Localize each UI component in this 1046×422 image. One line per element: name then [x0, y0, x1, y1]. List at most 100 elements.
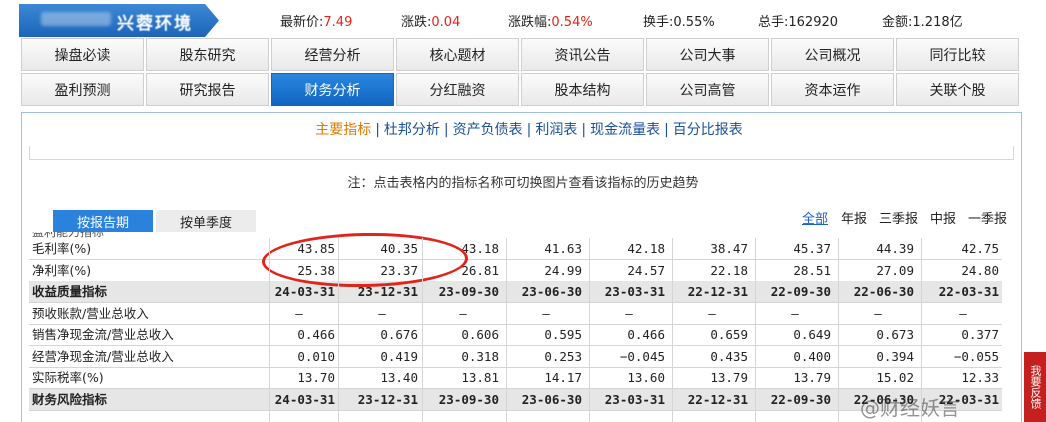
quote-volume: 总手:162920 [758, 15, 839, 30]
nav-tab-row2-1[interactable]: 盈利预测 [21, 73, 144, 106]
indicator-name[interactable]: 净利率(%) [32, 260, 267, 282]
period-header-cell: 24-03-31 [274, 391, 335, 407]
value-cell: −0.045 [619, 348, 665, 364]
nav-row-1: 操盘必读 股东研究 经营分析 核心题材 资讯公告 公司大事 公司概况 同行比较 [21, 38, 1022, 71]
value-cell: 0.595 [544, 327, 582, 342]
period-header-cell: 22-12-31 [687, 284, 748, 299]
subnav-link-3[interactable]: 资产负债表 [449, 122, 527, 138]
value-cell: 13.60 [627, 370, 665, 385]
value-cell: 44.39 [876, 241, 914, 256]
value-cell: 0.377 [961, 327, 999, 342]
nav-tab-row1-5[interactable]: 资讯公告 [521, 38, 644, 71]
filter-annual[interactable]: 年报 [841, 208, 867, 227]
value-cell: 12.33 [961, 370, 999, 385]
table-row: 实际税率(%) 13.70 13.40 13.81 14.17 13.60 13.79 13.… [29, 367, 1002, 389]
nav-tab-row2-5[interactable]: 股本结构 [521, 73, 644, 106]
nav-tab-row2-7[interactable]: 资本运作 [771, 73, 894, 106]
sub-nav: 主要指标 | 杜邦分析 | 资产负债表 | 利润表 | 现金流量表 | 百分比报表 [0, 119, 1046, 139]
period-header-cell: 23-06-30 [521, 284, 582, 299]
value-cell: 24.57 [627, 262, 665, 278]
filter-q1[interactable]: 一季报 [968, 208, 1007, 227]
subnav-link-4[interactable]: 利润表 [531, 122, 581, 138]
value-cell: — [625, 305, 633, 321]
indicator-name[interactable]: 销售净现金流/营业总收入 [32, 324, 267, 346]
nav-tab-row1-8[interactable]: 同行比较 [896, 38, 1019, 71]
quote-change-pct: 涨跌幅:0.54% [508, 15, 593, 30]
value-cell: 0.659 [710, 327, 748, 342]
table-column-divider [422, 238, 423, 422]
value-cell: 0.466 [297, 327, 335, 342]
value-cell: 22.18 [710, 262, 748, 278]
value-cell: — [295, 305, 303, 321]
table-column-divider [589, 238, 590, 422]
value-cell: 0.649 [793, 327, 831, 342]
period-header-cell: 22-09-30 [770, 391, 831, 407]
value-cell: 0.676 [380, 327, 418, 342]
value-cell: 0.253 [544, 348, 582, 364]
nav-tab-row2-3[interactable]: 财务分析 [271, 73, 394, 106]
trend-chart-area [29, 146, 1014, 160]
nav-tab-row1-2[interactable]: 股东研究 [146, 38, 269, 71]
quote-turnover: 换手:0.55% [643, 15, 715, 30]
indicator-name[interactable]: 实际税率(%) [32, 367, 267, 389]
value-cell: — [959, 305, 967, 321]
filter-all[interactable]: 全部 [802, 208, 828, 227]
filter-q3[interactable]: 三季报 [879, 208, 918, 227]
value-cell: 38.47 [710, 241, 748, 256]
value-cell: — [874, 305, 882, 321]
table-row: 经营净现金流/营业总收入 0.010 0.419 0.318 0.253 −0.045 0.… [29, 346, 1002, 368]
filter-half-year[interactable]: 中报 [930, 208, 956, 227]
tab-by-single-quarter[interactable]: 按单季度 [156, 210, 256, 232]
value-cell: 0.010 [297, 348, 335, 364]
table-section-row: 收益质量指标 24-03-31 23-12-31 23-09-30 23-06-30 23… [29, 281, 1002, 303]
quote-price: 最新价:7.49 [280, 15, 353, 30]
value-cell: 13.81 [461, 370, 499, 385]
feedback-button[interactable]: 我要反馈 [1024, 352, 1046, 422]
value-cell: 45.37 [793, 241, 831, 256]
value-cell: 0.606 [461, 327, 499, 342]
table-row: 毛利率(%) 43.85 40.35 43.18 41.63 42.18 38.47 45.3… [29, 238, 1002, 260]
period-header-cell: 23-03-31 [604, 284, 665, 299]
value-cell: 24.99 [544, 262, 582, 278]
nav-tab-row1-1[interactable]: 操盘必读 [21, 38, 144, 71]
nav-tab-row1-3[interactable]: 经营分析 [271, 38, 394, 71]
quote-amount: 金额:1.218亿 [882, 15, 963, 30]
value-cell: 0.394 [876, 348, 914, 364]
nav-tab-row1-7[interactable]: 公司概况 [771, 38, 894, 71]
period-header-cell: 23-03-31 [604, 391, 665, 407]
table-column-divider [269, 238, 270, 422]
nav-tab-row2-2[interactable]: 研究报告 [146, 73, 269, 106]
value-cell: 13.70 [297, 370, 335, 385]
nav-row-2: 盈利预测 研究报告 财务分析 分红融资 股本结构 公司高管 资本运作 关联个股 [21, 73, 1022, 106]
value-cell: 0.419 [380, 348, 418, 364]
table-row: 销售净现金流/营业总收入 0.466 0.676 0.606 0.595 0.466 0.6… [29, 324, 1002, 346]
nav-tab-row2-6[interactable]: 公司高管 [646, 73, 769, 106]
nav-tab-row1-6[interactable]: 公司大事 [646, 38, 769, 71]
table-row: 净利率(%) 25.38 23.37 26.81 24.99 24.57 22.18 28.5… [29, 260, 1002, 282]
value-cell: 13.79 [793, 370, 831, 385]
period-header-cell: 23-09-30 [438, 391, 499, 407]
nav-tab-row2-4[interactable]: 分红融资 [396, 73, 519, 106]
value-cell: 13.40 [380, 370, 418, 385]
value-cell: — [542, 305, 550, 321]
tab-by-report-period[interactable]: 按报告期 [53, 210, 153, 232]
subnav-link-1[interactable]: 主要指标 [311, 122, 375, 138]
value-cell: — [791, 305, 799, 321]
value-cell: 41.63 [544, 241, 582, 256]
table-note: 注：点击表格内的指标名称可切换图片查看该指标的历史趋势 [347, 176, 699, 191]
table-column-divider [755, 238, 756, 422]
value-cell: 0.318 [461, 348, 499, 364]
period-header-cell: 23-09-30 [438, 284, 499, 299]
subnav-link-5[interactable]: 现金流量表 [586, 122, 664, 138]
subnav-link-6[interactable]: 百分比报表 [669, 122, 747, 138]
period-header-cell: 23-06-30 [521, 391, 582, 407]
watermark: @财经妖言 [860, 396, 960, 420]
subnav-link-2[interactable]: 杜邦分析 [380, 122, 444, 138]
indicator-name[interactable]: 毛利率(%) [32, 238, 267, 260]
indicator-name[interactable]: 经营净现金流/营业总收入 [32, 346, 267, 368]
value-cell: — [378, 305, 386, 321]
nav-tab-row1-4[interactable]: 核心题材 [396, 38, 519, 71]
indicator-name[interactable]: 预收账款/营业总收入 [32, 303, 267, 325]
nav-tab-row2-8[interactable]: 关联个股 [896, 73, 1019, 106]
period-header-cell: 22-06-30 [853, 284, 914, 299]
